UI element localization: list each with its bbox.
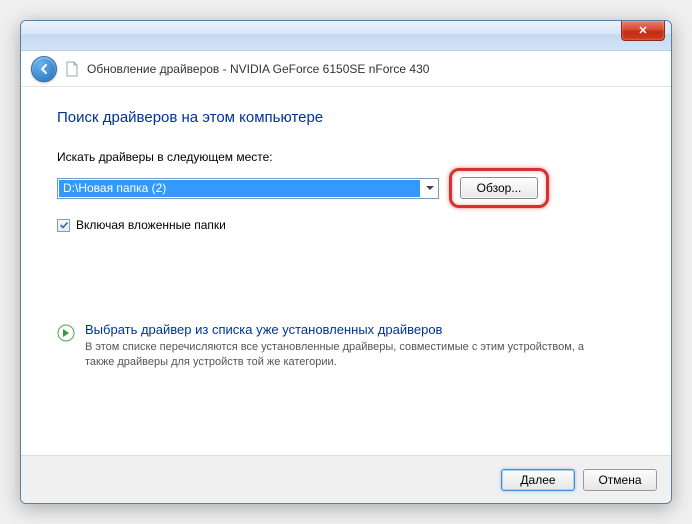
close-icon: ✕ <box>638 24 647 37</box>
include-subfolders-label: Включая вложенные папки <box>76 218 226 232</box>
include-subfolders-row: Включая вложенные папки <box>57 218 635 232</box>
close-button[interactable]: ✕ <box>621 21 665 41</box>
main-heading: Поиск драйверов на этом компьютере <box>57 109 635 126</box>
path-row: D:\Новая папка (2) Обзор... <box>57 168 635 208</box>
content-area: Поиск драйверов на этом компьютере Искат… <box>21 87 671 455</box>
window-title: Обновление драйверов - NVIDIA GeForce 61… <box>87 62 429 76</box>
search-location-label: Искать драйверы в следующем месте: <box>57 150 635 164</box>
header-row: Обновление драйверов - NVIDIA GeForce 61… <box>21 51 671 87</box>
go-arrow-icon <box>57 324 75 342</box>
browse-highlight: Обзор... <box>449 168 549 208</box>
driver-update-window: ✕ Обновление драйверов - NVIDIA GeForce … <box>20 20 672 504</box>
document-icon <box>65 61 79 77</box>
combobox-dropdown-button[interactable] <box>421 179 438 198</box>
footer: Далее Отмена <box>21 455 671 503</box>
pick-driver-title: Выбрать драйвер из списка уже установлен… <box>85 322 595 337</box>
back-arrow-icon <box>37 62 51 76</box>
back-button[interactable] <box>31 56 57 82</box>
chevron-down-icon <box>426 186 434 191</box>
checkmark-icon <box>59 220 69 230</box>
include-subfolders-checkbox[interactable] <box>57 219 70 232</box>
path-value: D:\Новая папка (2) <box>59 180 420 197</box>
titlebar: ✕ <box>21 21 671 51</box>
path-combobox[interactable]: D:\Новая папка (2) <box>57 178 439 199</box>
pick-driver-description: В этом списке перечисляются все установл… <box>85 340 595 371</box>
pick-driver-text: Выбрать драйвер из списка уже установлен… <box>85 322 595 371</box>
cancel-button[interactable]: Отмена <box>583 469 657 491</box>
pick-driver-section[interactable]: Выбрать драйвер из списка уже установлен… <box>57 322 635 371</box>
browse-button[interactable]: Обзор... <box>460 177 538 199</box>
next-button[interactable]: Далее <box>501 469 575 491</box>
